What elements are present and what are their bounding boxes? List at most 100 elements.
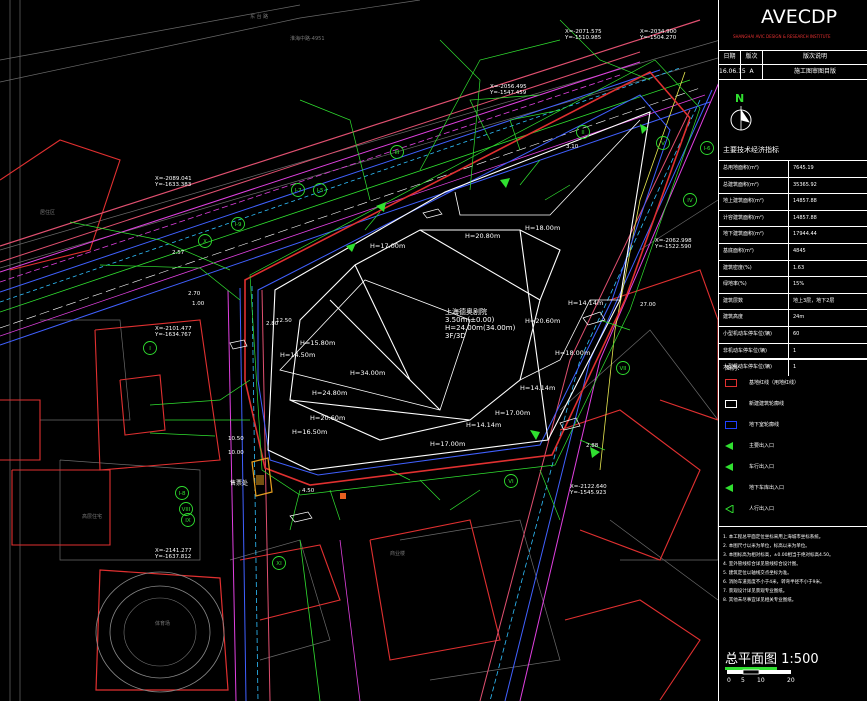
building-label: 上海德奥剧院 3.50m(±0.00) H=24.00m(34.00m) 3F/… xyxy=(445,307,516,340)
legend-swatch-icon xyxy=(725,463,737,471)
indicator-value: 15% xyxy=(793,281,805,288)
svg-text:东 台 路: 东 台 路 xyxy=(250,13,268,20)
marker-label: I xyxy=(149,346,151,352)
indicator-row: 建筑高度 24m xyxy=(719,309,867,326)
svg-text:体育场: 体育场 xyxy=(155,620,170,627)
legend-swatch-icon xyxy=(725,442,737,450)
rev-date: 16.06.15 xyxy=(719,65,746,79)
svg-text:售票处: 售票处 xyxy=(230,479,248,487)
height-label: H=14.14m xyxy=(520,384,555,392)
height-label: H=20.80m xyxy=(465,232,500,240)
svg-text:上海德奥剧院: 上海德奥剧院 xyxy=(445,307,487,316)
coord-y-label: Y=-1504.270 xyxy=(639,35,677,41)
marker-label: III xyxy=(395,150,400,156)
rev-header-desc: 版次说明 xyxy=(802,53,827,60)
legend-label: 基地红线（用地红线） xyxy=(749,380,800,386)
legend-label: 车行出入口 xyxy=(749,464,775,470)
dimension-label: 10.50 xyxy=(228,436,244,442)
indicator-value: 35365.92 xyxy=(793,181,817,188)
svg-text:高层住宅: 高层住宅 xyxy=(82,513,102,520)
legend-label: 地下车库出入口 xyxy=(749,485,785,491)
scale-tick-label: 20 xyxy=(787,677,795,684)
legend-item: 地下车库出入口 xyxy=(725,482,865,494)
height-label: H=24.80m xyxy=(312,389,347,397)
indicator-value: 24m xyxy=(793,314,805,321)
indicator-key: 总用地面积(m²) xyxy=(719,161,789,177)
east-road-lines xyxy=(479,71,718,701)
coord-y-label: Y=-1633.383 xyxy=(154,182,192,188)
marker-label: V xyxy=(661,141,665,147)
legend-label: 新建建筑轮廓线 xyxy=(749,401,785,407)
legend-swatch-icon xyxy=(724,504,737,514)
north-arrow-icon: N xyxy=(730,92,752,131)
legend-label: 主要出入口 xyxy=(749,443,775,449)
indicator-row: 总用地面积(m²) 7645.19 xyxy=(719,160,867,177)
height-label: H=20.60m xyxy=(525,317,560,325)
legend-swatch-icon xyxy=(725,400,737,408)
dimension-label: 2.57 xyxy=(172,250,185,256)
marker-label: I-6 xyxy=(703,146,711,152)
legend-item: 新建建筑轮廓线 xyxy=(725,398,865,410)
indicator-row: 非机动车停车位(辆) 1 xyxy=(719,342,867,360)
note-line: 4. 室外管线综合详见管线综合设计图。 xyxy=(723,562,801,567)
indicator-value: 1.63 xyxy=(793,264,805,271)
coord-y-label: Y=-1545.923 xyxy=(569,490,607,496)
coord-y-label: Y=-1522.590 xyxy=(654,244,692,250)
marker-label: X xyxy=(203,239,207,245)
scale-tick-label: 10 xyxy=(757,677,765,684)
indicator-row: 绿地率(%) 15% xyxy=(719,276,867,293)
legend-swatch-icon xyxy=(725,421,737,429)
building-line-3: 3F/3D xyxy=(445,332,466,340)
marker-label: VI xyxy=(508,479,514,485)
note-line: 8. 其他未尽事宜详见相关专业图纸。 xyxy=(723,598,797,603)
indicator-row: 基底面积(m²) 4845 xyxy=(719,242,867,260)
height-label: H=17.00m xyxy=(430,440,465,448)
dimension-label: 1.00 xyxy=(192,301,205,307)
marker-label: XI xyxy=(276,561,282,567)
height-label: H=14.50m xyxy=(280,351,315,359)
legend-item: 人行出入口 xyxy=(724,503,865,515)
indicator-key: 非机动车停车位(辆) xyxy=(719,343,789,360)
indicator-row: 建筑层数 地上3层，地下2层 xyxy=(719,292,867,310)
height-label: H=18.00m xyxy=(525,224,560,232)
indicator-value: 17944.44 xyxy=(793,231,817,238)
legend-item: 基地红线（用地红线） xyxy=(725,377,865,389)
site-plan-drawing: 东 台 路 淮海中路-4951 居住区 高层住宅 商业楼 体育场 售票处 上海德… xyxy=(0,0,718,701)
dimension-label: 27.00 xyxy=(640,302,656,308)
marker-label: I-8 xyxy=(178,491,186,497)
indicator-row: 计容建筑面积(m²) 14857.88 xyxy=(719,209,867,227)
legend: 图例： 基地红线（用地红线） 新建建筑轮廓线 地下室轮廓线 主要出入口 车行出入口 地下车… xyxy=(719,358,867,527)
indicator-row: 建筑密度(%) 1.63 xyxy=(719,259,867,277)
north-label: N xyxy=(735,92,744,105)
indicator-row: 地上建筑面积(m²) 14857.88 xyxy=(719,193,867,210)
indicator-value: 14857.88 xyxy=(793,198,817,205)
legend-label: 地下室轮廓线 xyxy=(749,422,780,428)
dimension-label: 4.50 xyxy=(302,488,315,494)
revision-row: 16.06.15 A 施工图审图目版 xyxy=(719,65,867,80)
height-label: H=17.00m xyxy=(495,409,530,417)
dimension-label: 2.88 xyxy=(586,443,599,449)
note-line: 3. 本图标高为相对标高，±0.00相当于绝对标高4.50。 xyxy=(723,553,834,558)
rev-number: A xyxy=(741,65,763,79)
svg-text:商业楼: 商业楼 xyxy=(390,550,405,557)
indicator-value: 地上3层，地下2层 xyxy=(793,297,835,304)
indicator-key: 地上建筑面积(m²) xyxy=(719,194,789,210)
indicators-table: 总用地面积(m²) 7645.19 总建筑面积(m²) 35365.92 地上建筑面积(… xyxy=(719,160,867,376)
indicator-key: 基底面积(m²) xyxy=(719,243,789,260)
indicator-key: 绿地率(%) xyxy=(719,277,789,293)
height-label: H=14.14m xyxy=(568,299,603,307)
indicator-value: 4845 xyxy=(793,247,806,254)
height-label: H=20.60m xyxy=(310,414,345,422)
logo-subtitle: SHANGHAI AVIC DESIGN & RESEARCH INSTITUT… xyxy=(733,34,831,39)
legend-item: 地下室轮廓线 xyxy=(725,419,865,431)
note-line: 1. 本工程总平面定位坐标采用上海城市坐标系统。 xyxy=(723,535,824,540)
indicator-value: 7645.19 xyxy=(793,165,814,171)
indicator-key: 建筑密度(%) xyxy=(719,260,789,277)
rev-header-date: 日期 xyxy=(719,50,741,64)
stadium xyxy=(95,569,229,693)
rev-description: 施工图审图目版 xyxy=(793,68,836,75)
notes: 1. 本工程总平面定位坐标采用上海城市坐标系统。 2. 本图尺寸以米为单位，标高以… xyxy=(719,526,867,643)
height-label: H=18.00m xyxy=(555,349,590,357)
note-line: 2. 本图尺寸以米为单位，标高以米为单位。 xyxy=(723,544,810,549)
building-line-1: 3.50m(±0.00) xyxy=(445,316,495,324)
